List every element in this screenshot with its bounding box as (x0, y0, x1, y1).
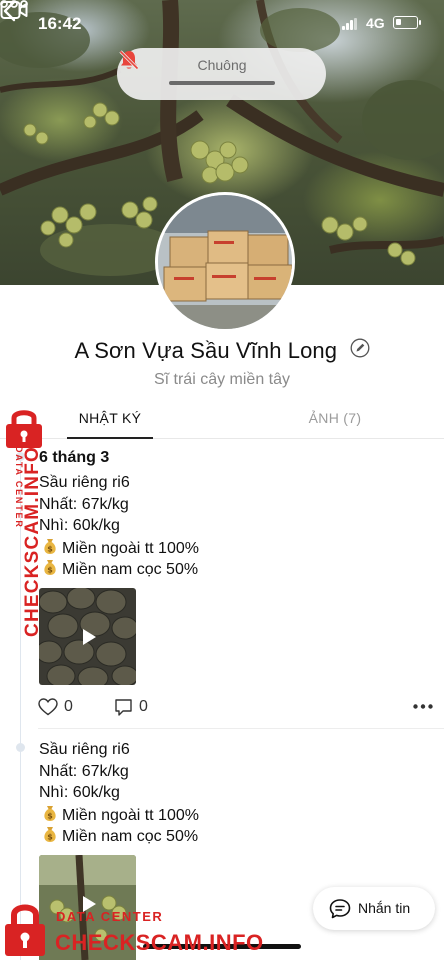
lock-icon (6, 410, 42, 448)
svg-text:$: $ (47, 812, 53, 821)
post-more-icon[interactable] (413, 704, 433, 709)
profile-name: A Sơn Vựa Sầu Vĩnh Long (74, 338, 338, 363)
status-time: 16:42 (38, 14, 82, 33)
signal-icon (342, 18, 358, 30)
like-count: 0 (64, 698, 73, 715)
post-text-line: Nhất: 67k/kg (39, 496, 129, 513)
timeline-dot (16, 743, 25, 752)
battery-icon (393, 16, 421, 29)
post-text-line: Nhì: 60k/kg (39, 784, 120, 801)
profile-bio: Sĩ trái cây miền tây (153, 371, 291, 388)
heart-icon[interactable] (38, 698, 58, 716)
ringer-pill[interactable]: Chuông (117, 48, 326, 100)
watermark-bottom-small: DATA CENTER (56, 909, 164, 924)
status-bar: 16:42 4G (0, 0, 444, 48)
profile-avatar[interactable] (155, 192, 295, 332)
watermark-vertical-small: DATA CENTER (14, 446, 24, 529)
message-button-label: Nhắn tin (358, 900, 411, 916)
profile-name-row: A Sơn Vựa Sầu Vĩnh Long (0, 338, 444, 366)
tab-photos[interactable]: ẢNH (7) (285, 410, 385, 426)
watermark-vertical-big: CHECKSCAM.INFO (22, 446, 43, 637)
post-divider (38, 728, 444, 729)
svg-text:$: $ (47, 833, 53, 842)
post-actions: 0 0 (38, 697, 438, 719)
watermark-bottom: DATA CENTER CHECKSCAM.INFO (2, 900, 272, 958)
battery-level (396, 19, 401, 25)
post-payment-line: Miền nam cọc 50% (62, 561, 199, 578)
bell-off-icon (119, 50, 139, 70)
tab-diary[interactable]: NHẬT KÝ (67, 410, 153, 426)
comment-count: 0 (139, 698, 148, 715)
chat-bubble-icon (329, 899, 351, 919)
lock-icon (5, 904, 45, 956)
watermark-vertical-text: CHECKSCAM.INFO DATA CENTER (12, 446, 43, 676)
money-bag-icon: $ (44, 806, 56, 821)
post-text-line: Sầu riêng ri6 (39, 741, 130, 758)
more-dots-icon[interactable] (0, 0, 28, 8)
post-text-line: Sầu riêng ri6 (39, 474, 130, 491)
play-icon[interactable] (77, 626, 99, 648)
post-payment-line: Miền nam cọc 50% (62, 828, 199, 845)
watermark-side: CHECKSCAM.INFO DATA CENTER (0, 406, 50, 637)
post-video-thumbnail[interactable] (39, 588, 136, 685)
pencil-icon[interactable] (350, 338, 370, 358)
post-text-line: $ Miền ngoài tt 100% (39, 805, 199, 825)
post-text-line: $ Miền nam cọc 50% (39, 826, 198, 846)
post-text-line: $ Miền nam cọc 50% (39, 559, 198, 579)
post-payment-line: Miền ngoài tt 100% (62, 540, 199, 557)
money-bag-icon: $ (44, 827, 56, 842)
post-text-line: $ Miền ngoài tt 100% (39, 538, 199, 558)
profile-tabs: NHẬT KÝ ẢNH (7) (0, 398, 444, 439)
avatar-photo-boxes (158, 195, 292, 329)
active-tab-indicator (67, 437, 153, 439)
comment-icon[interactable] (114, 698, 133, 717)
post-payment-line: Miền ngoài tt 100% (62, 807, 199, 824)
post-text-line: Nhì: 60k/kg (39, 517, 120, 534)
watermark-bottom-big: CHECKSCAM.INFO (55, 930, 264, 955)
ringer-level-bar (169, 81, 275, 85)
network-label: 4G (366, 15, 385, 31)
message-button[interactable]: Nhắn tin (313, 887, 435, 930)
ringer-label: Chuông (197, 57, 247, 73)
post-text-line: Nhất: 67k/kg (39, 763, 129, 780)
